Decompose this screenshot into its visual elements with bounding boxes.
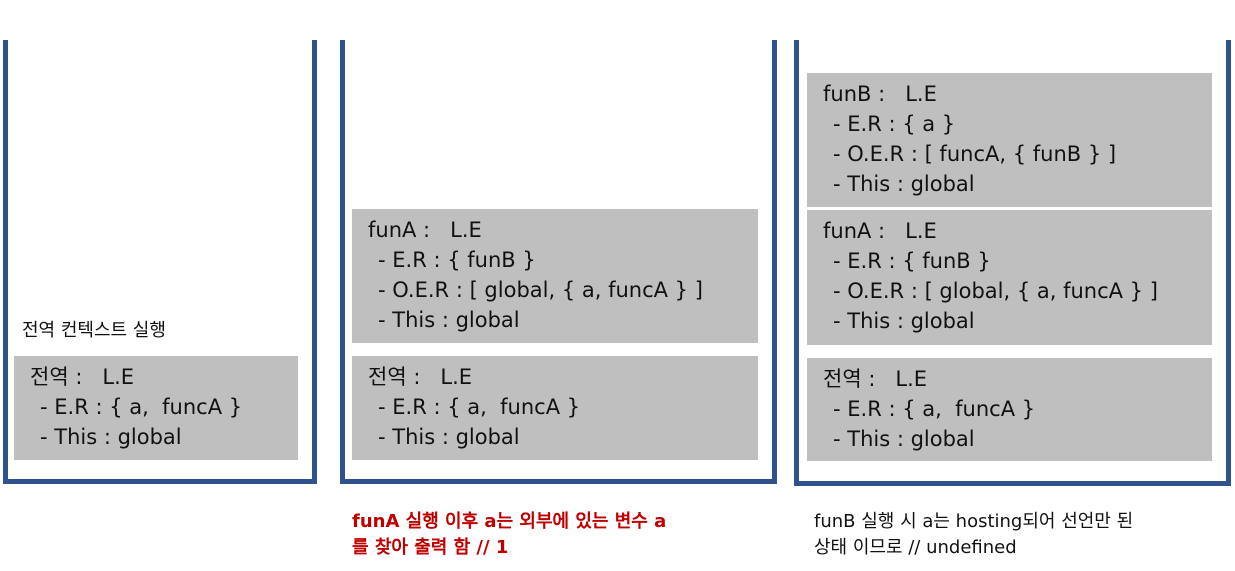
context-entry: - O.E.R : [ global, { a, funcA } ]: [378, 278, 703, 302]
funA-context-box: funA : L.E - E.R : { funB } - O.E.R : [ …: [352, 209, 758, 343]
context-title: funA : L.E: [823, 219, 937, 243]
funA-context-box: funA : L.E - E.R : { funB } - O.E.R : [ …: [807, 210, 1212, 345]
context-entry: - This : global: [378, 425, 520, 449]
context-entry: - This : global: [833, 427, 975, 451]
caption-line: 를 찾아 출력 함 // 1: [352, 537, 509, 558]
caption-line: funA 실행 이후 a는 외부에 있는 변수 a: [352, 511, 667, 532]
global-context-box: 전역 : L.E - E.R : { a, funcA } - This : g…: [807, 358, 1212, 461]
context-entry: - E.R : { funB }: [833, 249, 991, 273]
context-entry: - This : global: [833, 172, 975, 196]
context-entry: - E.R : { a, funcA }: [378, 395, 581, 419]
funB-context-box: funB : L.E - E.R : { a } - O.E.R : [ fun…: [807, 73, 1212, 207]
context-entry: - E.R : { a, funcA }: [40, 395, 243, 419]
stack1-label: 전역 컨텍스트 실행: [22, 320, 166, 341]
context-entry: - E.R : { a }: [833, 112, 956, 136]
context-entry: - This : global: [378, 308, 520, 332]
context-entry: - O.E.R : [ global, { a, funcA } ]: [833, 279, 1158, 303]
context-entry: - This : global: [40, 425, 182, 449]
stack2-caption: funA 실행 이후 a는 외부에 있는 변수 a 를 찾아 출력 함 // 1: [352, 509, 772, 561]
caption-line: 상태 이므로 // undefined: [814, 537, 1017, 558]
context-entry: - E.R : { a, funcA }: [833, 397, 1036, 421]
caption-line: funB 실행 시 a는 hosting되어 선언만 된: [814, 511, 1134, 532]
context-title: 전역 : L.E: [30, 365, 135, 389]
context-entry: - O.E.R : [ funcA, { funB } ]: [833, 142, 1117, 166]
context-title: funB : L.E: [823, 82, 937, 106]
context-title: 전역 : L.E: [368, 365, 473, 389]
global-context-box: 전역 : L.E - E.R : { a, funcA } - This : g…: [352, 356, 758, 460]
context-entry: - E.R : { funB }: [378, 248, 536, 272]
global-context-box: 전역 : L.E - E.R : { a, funcA } - This : g…: [14, 356, 298, 460]
context-title: 전역 : L.E: [823, 367, 928, 391]
context-title: funA : L.E: [368, 218, 482, 242]
context-entry: - This : global: [833, 309, 975, 333]
stack3-caption: funB 실행 시 a는 hosting되어 선언만 된 상태 이므로 // u…: [814, 509, 1224, 561]
